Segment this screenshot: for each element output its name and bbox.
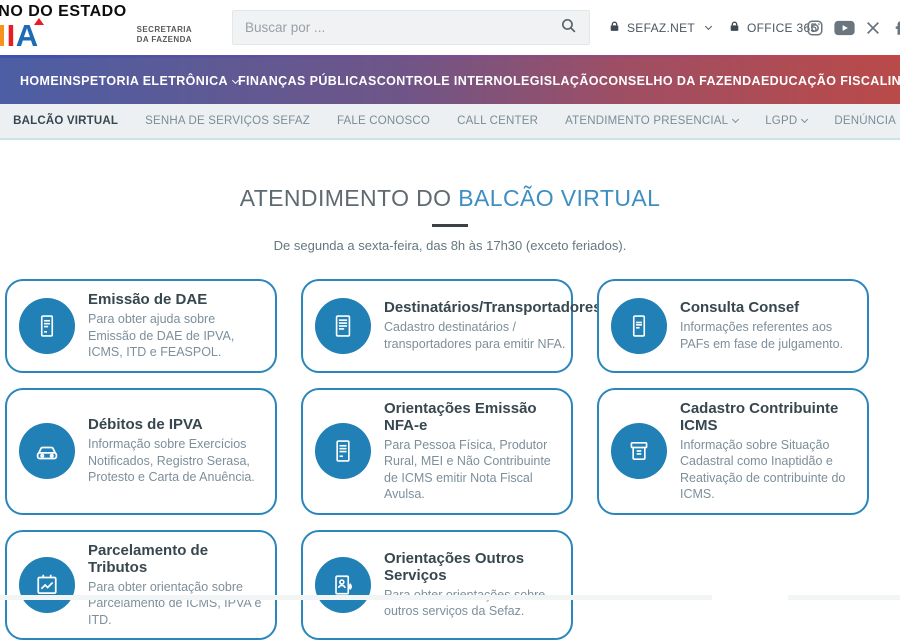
logo-letter: H: [0, 18, 7, 53]
card-text: Emissão de DAE Para obter ajuda sobre Em…: [88, 291, 263, 361]
card-cadastro-contribuinte-icms[interactable]: Cadastro Contribuinte ICMS Informação so…: [597, 388, 869, 515]
logo-department: SECRETARIA DA FAZENDA: [137, 25, 192, 50]
car-icon: [19, 423, 75, 479]
card-text: Destinatários/Transportadores Cadastro d…: [384, 299, 602, 352]
card-title: Orientações Outros Serviços: [384, 550, 559, 584]
card-parcelamento-de-tributos[interactable]: Parcelamento de Tributos Para obter orie…: [5, 530, 277, 640]
card-description: Informações referentes aos PAFs em fase …: [680, 319, 855, 352]
nav-item-legislacao[interactable]: LEGISLAÇÃO: [513, 74, 599, 88]
subnav-item-call-center[interactable]: CALL CENTER: [457, 115, 538, 127]
main-content: ATENDIMENTO DO BALCÃO VIRTUAL De segunda…: [0, 185, 900, 640]
card-title: Cadastro Contribuinte ICMS: [680, 400, 855, 434]
schedule-text: De segunda a sexta-feira, das 8h às 17h3…: [0, 238, 900, 253]
footer-bar: [788, 595, 900, 600]
search-box[interactable]: [232, 10, 590, 45]
subnav-item-atendimento-presencial[interactable]: ATENDIMENTO PRESENCIAL: [565, 115, 738, 127]
card-title: Emissão de DAE: [88, 291, 263, 308]
archive-box-icon: [611, 423, 667, 479]
card-title: Parcelamento de Tributos: [88, 542, 263, 576]
nav-item-controle-interno[interactable]: CONTROLE INTERNO: [377, 74, 513, 88]
card-description: Informação sobre Situação Cadastral como…: [680, 437, 855, 503]
nav-item-conselho-da-fazenda[interactable]: CONSELHO DA FAZENDA: [599, 74, 761, 88]
invoice-icon: [315, 423, 371, 479]
account-links: SEFAZ.NET OFFICE 365: [608, 0, 817, 55]
page-title-blue: BALCÃO VIRTUAL: [458, 185, 660, 211]
card-consulta-consef[interactable]: Consulta Consef Informações referentes a…: [597, 279, 869, 373]
document-list-icon: [315, 298, 371, 354]
social-links: [806, 0, 900, 55]
card-description: Informação sobre Exercícios Notificados,…: [88, 436, 263, 486]
card-description: Para Pessoa Física, Produtor Rural, MEI …: [384, 437, 559, 503]
bahia-government-logo[interactable]: GOVERNO DO ESTADO BAHIA SECRETARIA DA FA…: [0, 3, 192, 50]
page-title: ATENDIMENTO DO BALCÃO VIRTUAL: [0, 185, 900, 212]
card-text: Orientações Outros Serviços Para obter o…: [384, 550, 559, 620]
card-text: Orientações Emissão NFA-e Para Pessoa Fí…: [384, 400, 559, 503]
logo-brand-bahia: BAHIA: [0, 21, 127, 50]
card-description: Cadastro destinatários / transportadores…: [384, 319, 602, 352]
subnav-item-denuncia[interactable]: DENÚNCIA: [834, 115, 896, 127]
sefaz-net-link[interactable]: SEFAZ.NET: [608, 20, 711, 36]
card-text: Consulta Consef Informações referentes a…: [680, 299, 855, 352]
lock-icon: [728, 20, 741, 36]
card-text: Cadastro Contribuinte ICMS Informação so…: [680, 400, 855, 503]
logo-flag-shape: [34, 18, 44, 25]
page-title-gray: ATENDIMENTO DO: [240, 185, 452, 211]
main-navigation: HOME INSPETORIA ELETRÔNICA FINANÇAS PÚBL…: [0, 58, 900, 104]
logo-letter: I: [7, 18, 16, 53]
chevron-down-icon: [705, 23, 712, 30]
facebook-icon[interactable]: [891, 19, 900, 37]
search-input[interactable]: [245, 20, 560, 35]
person-document-icon: [315, 557, 371, 613]
office-365-link[interactable]: OFFICE 365: [728, 20, 817, 36]
card-destinatarios-transportadores[interactable]: Destinatários/Transportadores Cadastro d…: [301, 279, 573, 373]
secondary-navigation: BALCÃO VIRTUAL SENHA DE SERVIÇOS SEFAZ F…: [0, 104, 900, 140]
card-text: Parcelamento de Tributos Para obter orie…: [88, 542, 263, 629]
nav-item-educacao-fiscal[interactable]: EDUCAÇÃO FISCAL: [761, 74, 888, 88]
card-text: Débitos de IPVA Informação sobre Exercíc…: [88, 416, 263, 486]
subnav-item-balcao-virtual[interactable]: BALCÃO VIRTUAL: [13, 115, 118, 127]
receipt-icon: [19, 298, 75, 354]
nav-item-financas-publicas[interactable]: FINANÇAS PÚBLICAS: [238, 74, 377, 88]
lock-icon: [608, 20, 621, 36]
card-title: Consulta Consef: [680, 299, 855, 316]
subnav-item-lgpd[interactable]: LGPD: [765, 115, 807, 127]
nav-item-home[interactable]: HOME: [20, 74, 59, 88]
chevron-down-icon: [732, 116, 739, 123]
youtube-icon[interactable]: [834, 20, 855, 36]
header: GOVERNO DO ESTADO BAHIA SECRETARIA DA FA…: [0, 0, 900, 55]
subnav-item-senha-de-servicos-sefaz[interactable]: SENHA DE SERVIÇOS SEFAZ: [145, 115, 310, 127]
card-description: Para obter orientações sobre outros serv…: [384, 587, 559, 620]
x-twitter-icon[interactable]: [865, 20, 881, 36]
card-description: Para obter orientação sobre Parcelamento…: [88, 579, 263, 629]
title-divider: [432, 224, 468, 227]
sefaz-net-label: SEFAZ.NET: [627, 21, 695, 35]
card-orientacoes-emissao-nfae[interactable]: Orientações Emissão NFA-e Para Pessoa Fí…: [301, 388, 573, 515]
chart-document-icon: [19, 557, 75, 613]
logo-text-block: GOVERNO DO ESTADO BAHIA: [0, 3, 127, 50]
document-icon: [611, 298, 667, 354]
nav-item-inspetoria-eletronica[interactable]: INSPETORIA ELETRÔNICA: [59, 74, 238, 88]
nav-item-institucional[interactable]: INSTITUCIONAL: [888, 74, 900, 88]
footer-bar: [0, 595, 712, 600]
card-title: Orientações Emissão NFA-e: [384, 400, 559, 434]
subnav-item-fale-conosco[interactable]: FALE CONOSCO: [337, 115, 430, 127]
card-debitos-de-ipva[interactable]: Débitos de IPVA Informação sobre Exercíc…: [5, 388, 277, 515]
card-emissao-de-dae[interactable]: Emissão de DAE Para obter ajuda sobre Em…: [5, 279, 277, 373]
service-cards-grid: Emissão de DAE Para obter ajuda sobre Em…: [5, 279, 869, 640]
search-icon[interactable]: [560, 17, 577, 39]
card-description: Para obter ajuda sobre Emissão de DAE de…: [88, 311, 263, 361]
card-title: Débitos de IPVA: [88, 416, 263, 433]
card-orientacoes-outros-servicos[interactable]: Orientações Outros Serviços Para obter o…: [301, 530, 573, 640]
chevron-down-icon: [801, 116, 808, 123]
instagram-icon[interactable]: [806, 19, 824, 37]
card-title: Destinatários/Transportadores: [384, 299, 602, 316]
